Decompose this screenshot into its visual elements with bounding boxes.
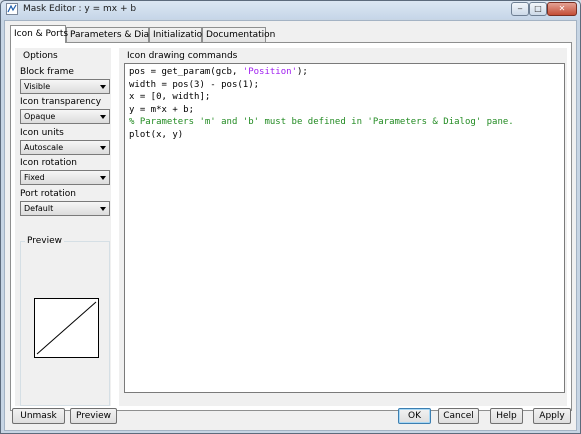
icon-units-value: Autoscale xyxy=(24,143,64,152)
chevron-down-icon xyxy=(100,85,106,89)
string-literal: 'Position' xyxy=(242,67,297,77)
mask-editor-app-icon[interactable] xyxy=(6,3,18,15)
port-rotation-value: Default xyxy=(24,204,54,213)
code-line: plot(x, y) xyxy=(129,129,184,140)
preview-label: Preview xyxy=(25,236,65,246)
icon-transparency-label: Icon transparency xyxy=(20,97,102,107)
tab-parameters-dialog[interactable]: Parameters & Dialog xyxy=(66,27,163,42)
code-editor[interactable]: pos = get_param(gcb, 'Position'); width =… xyxy=(124,63,565,393)
tab-icon-ports[interactable]: Icon & Ports xyxy=(10,25,68,43)
icon-rotation-label: Icon rotation xyxy=(20,158,77,168)
options-panel: Options Block frame Visible Icon transpa… xyxy=(15,48,111,406)
unmask-button[interactable]: Unmask xyxy=(12,408,65,424)
preview-group: Preview xyxy=(20,236,110,406)
icon-transparency-dropdown[interactable]: Opaque xyxy=(20,109,110,124)
help-button[interactable]: Help xyxy=(490,408,523,424)
icon-rotation-value: Fixed xyxy=(24,173,45,182)
code-comment-line: % Parameters 'm' and 'b' must be defined… xyxy=(129,117,514,127)
preview-plot-line xyxy=(36,301,97,355)
chevron-down-icon xyxy=(100,207,106,211)
block-frame-value: Visible xyxy=(24,82,51,91)
options-heading: Options xyxy=(23,51,58,61)
chevron-down-icon xyxy=(100,146,106,150)
icon-units-dropdown[interactable]: Autoscale xyxy=(20,140,110,155)
preview-button[interactable]: Preview xyxy=(70,408,117,424)
window-title: Mask Editor : y = mx + b xyxy=(23,4,137,14)
maximize-button[interactable]: □ xyxy=(529,2,547,16)
block-frame-label: Block frame xyxy=(20,67,74,77)
icon-ports-tab-panel: Options Block frame Visible Icon transpa… xyxy=(10,42,572,411)
ok-button[interactable]: OK xyxy=(398,408,431,424)
cancel-button[interactable]: Cancel xyxy=(438,408,479,424)
title-bar[interactable]: Mask Editor : y = mx + b ‒ □ ✕ xyxy=(1,1,580,19)
chevron-down-icon xyxy=(100,176,106,180)
code-line: width = pos(3) - pos(1); xyxy=(129,79,260,90)
code-text[interactable]: pos = get_param(gcb, 'Position'); width =… xyxy=(129,66,514,141)
icon-rotation-dropdown[interactable]: Fixed xyxy=(20,170,110,185)
tab-documentation[interactable]: Documentation xyxy=(202,27,275,42)
apply-button[interactable]: Apply xyxy=(533,408,571,424)
code-line: y = m*x + b; xyxy=(129,104,195,115)
icon-units-label: Icon units xyxy=(20,128,64,138)
code-line: x = [0, width]; xyxy=(129,92,211,102)
icon-drawing-commands-panel: Icon drawing commands pos = get_param(gc… xyxy=(119,48,567,406)
close-button[interactable]: ✕ xyxy=(547,2,577,16)
mask-editor-window: Mask Editor : y = mx + b ‒ □ ✕ Icon & Po… xyxy=(0,0,581,434)
dialog-body: Icon & Ports Parameters & Dialog Initial… xyxy=(4,20,577,431)
port-rotation-dropdown[interactable]: Default xyxy=(20,201,110,216)
minimize-button[interactable]: ‒ xyxy=(511,2,529,16)
tab-initialization[interactable]: Initialization xyxy=(149,27,208,42)
icon-drawing-commands-label: Icon drawing commands xyxy=(127,51,238,61)
chevron-down-icon xyxy=(100,115,106,119)
icon-transparency-value: Opaque xyxy=(24,112,56,121)
icon-preview xyxy=(34,298,99,358)
block-frame-dropdown[interactable]: Visible xyxy=(20,79,110,94)
code-line: pos = get_param(gcb, 'Position'); xyxy=(129,67,308,77)
port-rotation-label: Port rotation xyxy=(20,189,76,199)
